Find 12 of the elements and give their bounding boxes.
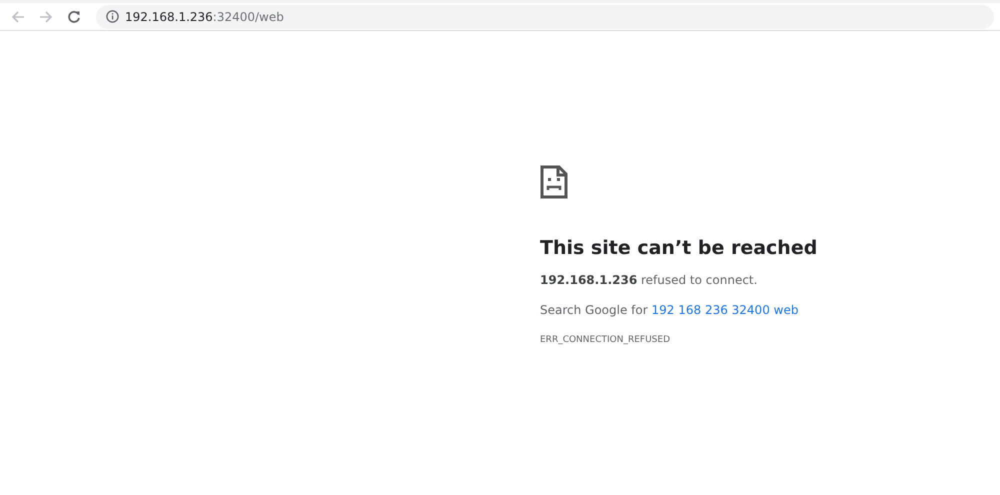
- reload-icon: [67, 10, 81, 24]
- url-text: 192.168.1.236:32400/web: [125, 10, 284, 24]
- error-code: ERR_CONNECTION_REFUSED: [540, 335, 670, 345]
- error-title: This site can’t be reached: [540, 237, 818, 259]
- back-arrow-icon: [11, 10, 25, 24]
- forward-arrow-icon: [39, 10, 53, 24]
- address-bar[interactable]: 192.168.1.236:32400/web: [96, 4, 994, 28]
- suggestion-text: Search Google for: [540, 303, 649, 317]
- sad-page-icon: [540, 165, 568, 199]
- search-link[interactable]: 192 168 236 32400 web: [652, 303, 798, 317]
- error-message: 192.168.1.236 refused to connect.: [540, 273, 758, 287]
- info-icon: [106, 10, 119, 23]
